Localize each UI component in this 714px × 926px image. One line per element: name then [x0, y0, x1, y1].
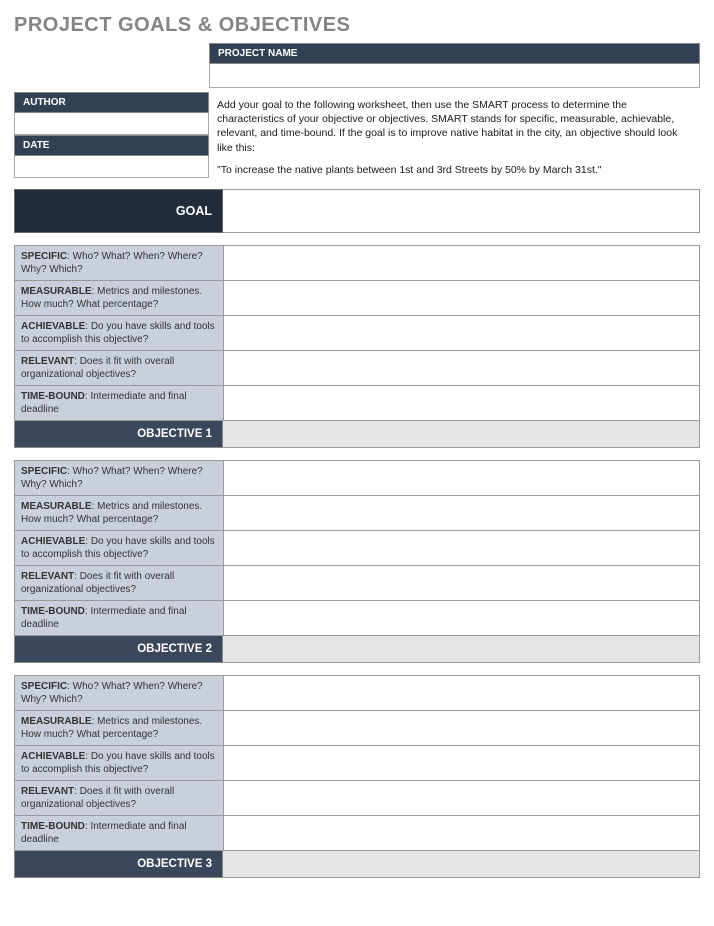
objective-3-relevant-field[interactable]	[224, 780, 700, 815]
objective-2-specific-field[interactable]	[224, 460, 700, 495]
criteria-measurable: MEASURABLE: Metrics and milestones. How …	[15, 710, 224, 745]
date-field[interactable]	[14, 156, 209, 178]
author-field[interactable]	[14, 113, 209, 135]
objective-1-measurable-field[interactable]	[224, 280, 700, 315]
objective-1-field[interactable]	[223, 421, 700, 448]
instructions-text: Add your goal to the following worksheet…	[209, 92, 700, 181]
goal-label: GOAL	[14, 189, 223, 233]
objective-2-relevant-field[interactable]	[224, 565, 700, 600]
criteria-time-bound: TIME-BOUND: Intermediate and final deadl…	[15, 385, 224, 420]
objective-1-achievable-field[interactable]	[224, 315, 700, 350]
criteria-relevant: RELEVANT: Does it fit with overall organ…	[15, 350, 224, 385]
objective-3-field[interactable]	[223, 851, 700, 878]
criteria-relevant: RELEVANT: Does it fit with overall organ…	[15, 565, 224, 600]
criteria-achievable: ACHIEVABLE: Do you have skills and tools…	[15, 745, 224, 780]
criteria-specific: SPECIFIC: Who? What? When? Where? Why? W…	[15, 460, 224, 495]
criteria-specific: SPECIFIC: Who? What? When? Where? Why? W…	[15, 245, 224, 280]
criteria-achievable: ACHIEVABLE: Do you have skills and tools…	[15, 530, 224, 565]
criteria-time-bound: TIME-BOUND: Intermediate and final deadl…	[15, 600, 224, 635]
objective-2-measurable-field[interactable]	[224, 495, 700, 530]
criteria-measurable: MEASURABLE: Metrics and milestones. How …	[15, 495, 224, 530]
objective-1-time-bound-field[interactable]	[224, 385, 700, 420]
author-label: AUTHOR	[14, 92, 209, 113]
date-label: DATE	[14, 135, 209, 156]
objective-3-time-bound-field[interactable]	[224, 815, 700, 850]
objective-2-field[interactable]	[223, 636, 700, 663]
project-name-field[interactable]	[209, 64, 700, 88]
objective-2-achievable-field[interactable]	[224, 530, 700, 565]
objective-3-measurable-field[interactable]	[224, 710, 700, 745]
criteria-specific: SPECIFIC: Who? What? When? Where? Why? W…	[15, 675, 224, 710]
objective-3-specific-field[interactable]	[224, 675, 700, 710]
objective-1-specific-field[interactable]	[224, 245, 700, 280]
objective-3-achievable-field[interactable]	[224, 745, 700, 780]
criteria-measurable: MEASURABLE: Metrics and milestones. How …	[15, 280, 224, 315]
objective-3-label: OBJECTIVE 3	[14, 851, 223, 878]
objective-1-relevant-field[interactable]	[224, 350, 700, 385]
criteria-time-bound: TIME-BOUND: Intermediate and final deadl…	[15, 815, 224, 850]
goal-field[interactable]	[223, 189, 700, 233]
objective-2-label: OBJECTIVE 2	[14, 636, 223, 663]
criteria-achievable: ACHIEVABLE: Do you have skills and tools…	[15, 315, 224, 350]
project-name-label: PROJECT NAME	[209, 43, 700, 64]
criteria-relevant: RELEVANT: Does it fit with overall organ…	[15, 780, 224, 815]
instructions-body: Add your goal to the following worksheet…	[217, 98, 692, 155]
objective-2-time-bound-field[interactable]	[224, 600, 700, 635]
instructions-example: "To increase the native plants between 1…	[217, 163, 692, 177]
objective-1-label: OBJECTIVE 1	[14, 421, 223, 448]
page-title: PROJECT GOALS & OBJECTIVES	[14, 14, 700, 37]
